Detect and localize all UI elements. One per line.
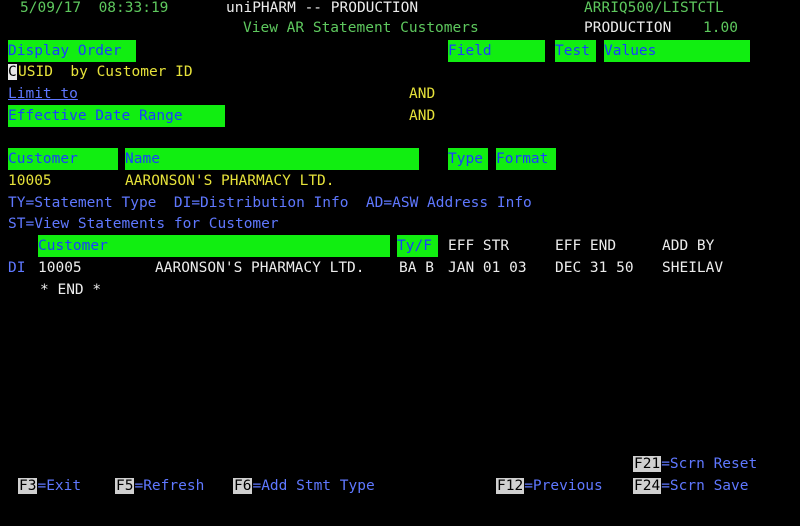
f5-refresh[interactable]: F5=Refresh: [115, 475, 204, 497]
f24-label: =Scrn Save: [661, 478, 749, 494]
f24-key[interactable]: F24: [633, 478, 662, 494]
row-eff-str: JAN 01 03: [448, 260, 527, 276]
test-header: Test: [555, 40, 596, 62]
f3-exit[interactable]: F3=Exit: [18, 475, 81, 497]
display-order-label: Display Order: [8, 40, 136, 62]
list-effstr-header: EFF STR: [448, 238, 510, 254]
options-line-1: TY=Statement Type DI=Distribution Info A…: [8, 195, 532, 211]
list-customer-header: Customer: [38, 235, 390, 257]
customer-id: 10005: [8, 173, 52, 189]
limit-to-field[interactable]: Limit to: [8, 83, 96, 105]
display-order-value[interactable]: USID by Customer ID: [18, 61, 193, 83]
f21-scrn-reset[interactable]: F21=Scrn Reset: [633, 453, 757, 475]
row-customer-name: AARONSON'S PHARMACY LTD.: [155, 260, 365, 276]
customer-name: AARONSON'S PHARMACY LTD.: [125, 173, 335, 189]
row-add-by: SHEILAV: [662, 260, 724, 276]
display-order-field[interactable]: C: [8, 61, 17, 83]
values-header: Values: [604, 40, 750, 62]
list-effend-header: EFF END: [555, 238, 617, 254]
f6-add-stmt-type[interactable]: F6=Add Stmt Type: [233, 475, 375, 497]
f5-label: =Refresh: [134, 478, 205, 494]
row-customer-id: 10005: [38, 260, 82, 276]
f12-label: =Previous: [524, 478, 603, 494]
f6-label: =Add Stmt Type: [252, 478, 375, 494]
and-label-1: AND: [409, 86, 436, 102]
f12-key[interactable]: F12: [496, 478, 525, 494]
f3-key[interactable]: F3: [18, 478, 38, 494]
field-header: Field: [448, 40, 545, 62]
row-tyf: BA B: [399, 260, 434, 276]
header-version: 1.00: [703, 20, 738, 36]
f3-label: =Exit: [37, 478, 82, 494]
type-column-header: Type: [448, 148, 488, 170]
and-label-2: AND: [409, 108, 436, 124]
row-option[interactable]: DI: [8, 257, 25, 279]
list-addby-header: ADD BY: [662, 238, 715, 254]
options-line-2: ST=View Statements for Customer: [8, 216, 279, 232]
input-cursor[interactable]: C: [8, 64, 17, 80]
screen-title: View AR Statement Customers: [243, 20, 479, 36]
f21-label: =Scrn Reset: [661, 456, 758, 472]
end-of-list-marker: * END *: [40, 282, 102, 298]
name-column-header: Name: [125, 148, 419, 170]
f12-previous[interactable]: F12=Previous: [496, 475, 603, 497]
list-tyf-header: Ty/F: [397, 235, 438, 257]
f24-scrn-save[interactable]: F24=Scrn Save: [633, 475, 749, 497]
format-column-header: Format: [496, 148, 556, 170]
f5-key[interactable]: F5: [115, 478, 135, 494]
header-datetime: 5/09/17 08:33:19: [20, 0, 169, 16]
customer-column-header: Customer: [8, 148, 118, 170]
f6-key[interactable]: F6: [233, 478, 253, 494]
header-env: PRODUCTION: [584, 20, 672, 36]
f21-key[interactable]: F21: [633, 456, 662, 472]
row-eff-end: DEC 31 50: [555, 260, 634, 276]
effective-date-range-label: Effective Date Range: [8, 105, 225, 127]
